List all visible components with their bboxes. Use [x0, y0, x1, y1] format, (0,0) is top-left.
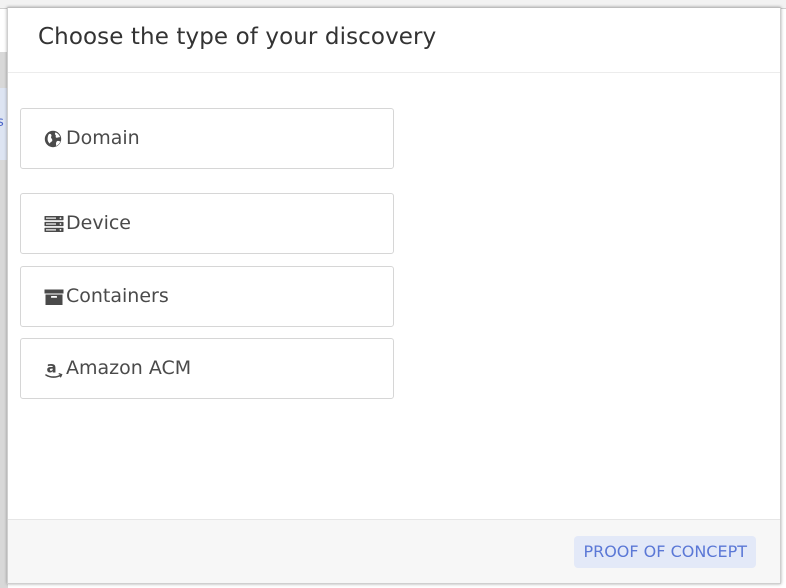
option-label: Domain — [66, 127, 140, 149]
globe-icon — [44, 130, 62, 148]
background-partial-text: s — [0, 115, 4, 130]
option-containers[interactable]: Containers — [20, 266, 394, 327]
option-device[interactable]: Device — [20, 193, 394, 254]
proof-of-concept-badge: PROOF OF CONCEPT — [574, 536, 756, 568]
archive-box-icon — [44, 289, 64, 305]
modal-title: Choose the type of your discovery — [38, 24, 437, 50]
modal-footer: PROOF OF CONCEPT — [8, 519, 780, 583]
amazon-icon: a — [45, 359, 63, 378]
option-label: Containers — [66, 285, 169, 307]
server-icon — [44, 216, 64, 232]
option-amazon-acm[interactable]: a Amazon ACM — [20, 338, 394, 399]
option-label: Amazon ACM — [66, 357, 192, 379]
option-label: Device — [66, 212, 131, 234]
modal-header: Choose the type of your discovery — [8, 8, 780, 73]
discovery-type-modal: Choose the type of your discovery Domain… — [7, 7, 781, 584]
option-domain[interactable]: Domain — [20, 108, 394, 169]
svg-text:a: a — [47, 359, 57, 377]
